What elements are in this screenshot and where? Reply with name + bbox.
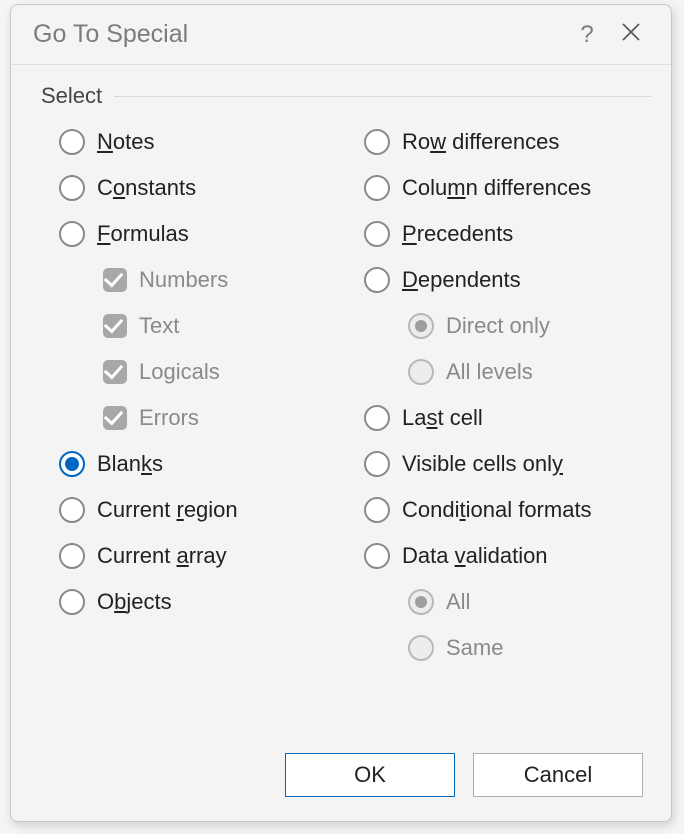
radio-icon [364,451,390,477]
radio-last-cell[interactable]: Last cell [346,405,651,431]
radio-icon [364,267,390,293]
radio-icon [59,589,85,615]
radio-label: Row differences [402,129,559,155]
radio-icon [408,589,434,615]
close-icon [621,22,641,42]
checkbox-logicals: Logicals [41,359,346,385]
radio-icon [364,405,390,431]
radio-label: Constants [97,175,196,201]
radio-label: Precedents [402,221,513,247]
group-header: Select [41,83,651,109]
radio-blanks[interactable]: Blanks [41,451,346,477]
goto-special-dialog: Go To Special ? Select Notes Co [10,4,672,822]
radio-current-region[interactable]: Current region [41,497,346,523]
radio-label: Data validation [402,543,548,569]
titlebar: Go To Special ? [11,5,671,65]
checkbox-label: Numbers [139,267,228,293]
options-columns: Notes Constants Formulas Numbers Text [41,129,651,661]
radio-all: All [346,589,651,615]
ok-button[interactable]: OK [285,753,455,797]
radio-icon [59,221,85,247]
checkbox-label: Errors [139,405,199,431]
close-button[interactable] [609,22,653,47]
radio-label: Objects [97,589,172,615]
checkbox-label: Logicals [139,359,220,385]
radio-icon [59,543,85,569]
radio-label: All [446,589,470,615]
radio-label: Formulas [97,221,189,247]
radio-icon [364,221,390,247]
checkbox-icon [103,406,127,430]
radio-icon [364,543,390,569]
radio-icon [59,451,85,477]
checkbox-icon [103,360,127,384]
help-button[interactable]: ? [565,21,609,49]
checkbox-numbers: Numbers [41,267,346,293]
radio-conditional-formats[interactable]: Conditional formats [346,497,651,523]
checkbox-text: Text [41,313,346,339]
radio-column-differences[interactable]: Column differences [346,175,651,201]
checkbox-errors: Errors [41,405,346,431]
radio-icon [408,359,434,385]
checkbox-icon [103,314,127,338]
radio-direct-only: Direct only [346,313,651,339]
radio-label: Dependents [402,267,521,293]
radio-label: Same [446,635,503,661]
checkbox-label: Text [139,313,179,339]
radio-label: Conditional formats [402,497,592,523]
radio-label: Direct only [446,313,550,339]
radio-icon [364,497,390,523]
right-column: Row differences Column differences Prece… [346,129,651,661]
radio-label: Visible cells only [402,451,563,477]
radio-all-levels: All levels [346,359,651,385]
radio-label: Current array [97,543,227,569]
radio-icon [59,129,85,155]
cancel-button[interactable]: Cancel [473,753,643,797]
radio-icon [364,175,390,201]
radio-same: Same [346,635,651,661]
radio-icon [408,635,434,661]
group-label: Select [41,83,102,109]
radio-label: Column differences [402,175,591,201]
radio-current-array[interactable]: Current array [41,543,346,569]
dialog-footer: OK Cancel [11,753,671,821]
radio-label: Notes [97,129,154,155]
dialog-title: Go To Special [33,20,565,49]
radio-objects[interactable]: Objects [41,589,346,615]
radio-formulas[interactable]: Formulas [41,221,346,247]
checkbox-icon [103,268,127,292]
radio-row-differences[interactable]: Row differences [346,129,651,155]
radio-label: Current region [97,497,238,523]
group-divider [114,96,651,97]
radio-constants[interactable]: Constants [41,175,346,201]
radio-visible-cells-only[interactable]: Visible cells only [346,451,651,477]
radio-label: All levels [446,359,533,385]
radio-label: Last cell [402,405,483,431]
radio-precedents[interactable]: Precedents [346,221,651,247]
left-column: Notes Constants Formulas Numbers Text [41,129,346,661]
radio-notes[interactable]: Notes [41,129,346,155]
radio-label: Blanks [97,451,163,477]
radio-icon [408,313,434,339]
radio-icon [364,129,390,155]
radio-icon [59,497,85,523]
dialog-body: Select Notes Constants Formulas [11,65,671,753]
radio-icon [59,175,85,201]
radio-data-validation[interactable]: Data validation [346,543,651,569]
radio-dependents[interactable]: Dependents [346,267,651,293]
